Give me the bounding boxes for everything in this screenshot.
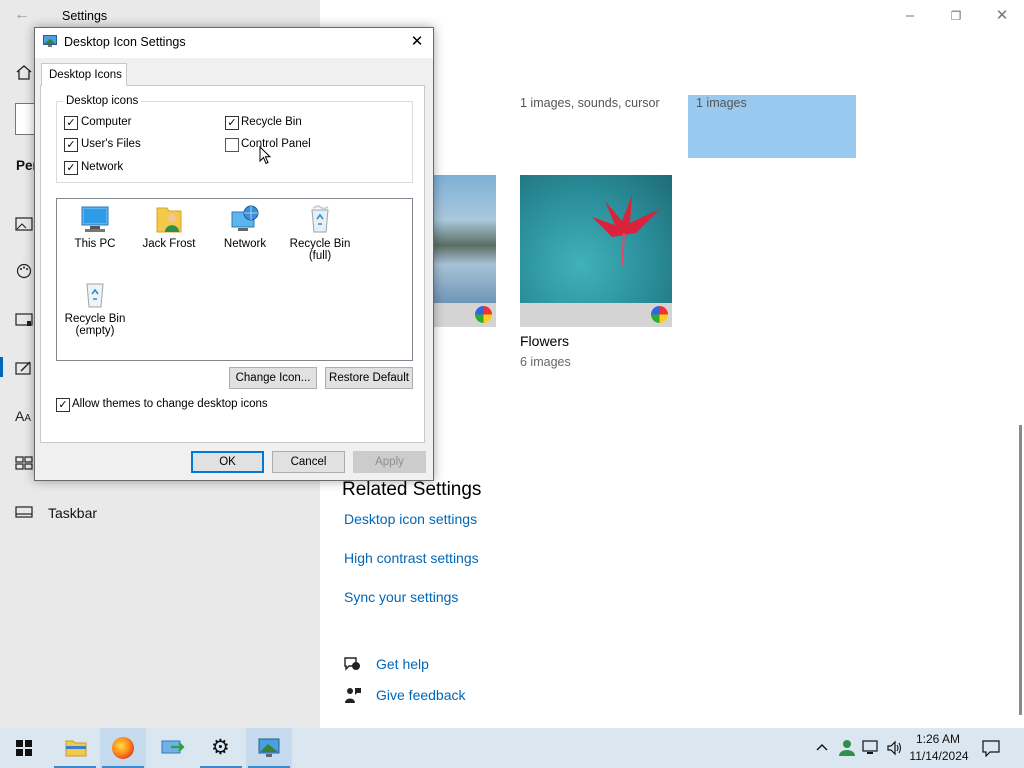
recycle-bin-empty-icon [79,279,111,309]
recycle-bin-full-icon [304,204,336,234]
dialog-close-icon[interactable]: ✕ [407,32,427,52]
search-box-edge[interactable] [15,103,36,135]
allow-themes-label: Allow themes to change desktop icons [72,398,268,410]
cancel-button[interactable]: Cancel [272,451,345,473]
recycle-bin-checkbox[interactable]: ✓ [225,116,239,130]
user-folder-icon [153,204,185,234]
display-settings-icon [258,738,280,761]
settings-title: Settings [62,9,108,23]
dialog-app-icon [43,35,57,47]
theme-name-flowers: Flowers [520,333,570,349]
home-icon[interactable] [15,64,35,80]
theme-preview-flowers[interactable] [520,175,672,327]
background-icon[interactable] [15,217,35,233]
gear-icon: ⚙ [211,736,230,759]
start-button[interactable] [0,728,48,768]
selection-indicator [0,357,3,377]
mouse-cursor-icon [259,145,273,166]
taskbar: ⚙ 1:26 AM 11/14/2024 [0,728,1024,768]
theme-info-1: 1 images, sounds, cursor [520,96,660,110]
volume-icon[interactable] [886,740,904,756]
remote-desktop-taskbar-button[interactable] [150,728,196,768]
network-label: Network [81,161,124,173]
network-icon [229,204,261,234]
dialog-title: Desktop Icon Settings [64,35,186,49]
give-feedback-link[interactable]: Give feedback [376,687,466,703]
theme-count-flowers: 6 images [520,355,571,369]
fonts-icon[interactable]: AA [15,408,35,424]
tab-desktop-icons[interactable]: Desktop Icons [41,63,127,86]
control-panel-checkbox[interactable] [225,138,239,152]
dialog-titlebar[interactable]: Desktop Icon Settings ✕ [35,28,433,58]
desktop-icon-settings-taskbar-button[interactable] [246,728,292,768]
icon-item-this-pc[interactable]: This PC [59,204,131,250]
related-settings-heading: Related Settings [342,479,482,500]
network-transfer-icon [161,739,185,760]
users-files-label: User's Files [81,138,141,150]
apply-button[interactable]: Apply [353,451,426,473]
network-checkbox[interactable]: ✓ [64,161,78,175]
icon-label-recycle-bin-full: Recycle Bin (full) [289,238,351,262]
icon-item-jack-frost[interactable]: Jack Frost [133,204,205,250]
sidebar-item-taskbar[interactable]: Taskbar [48,505,97,521]
tab-panel: Desktop icons ✓ Computer ✓ Recycle Bin ✓… [40,85,425,443]
get-help-icon [343,656,361,672]
firefox-taskbar-button[interactable] [100,728,146,768]
icons-listview[interactable]: This PC Jack Frost Network Recycle Bin (f… [56,198,413,361]
folder-icon [65,739,87,760]
taskbar-icon[interactable] [15,506,35,522]
tab-label: Desktop Icons [49,69,122,81]
color-wheel-icon [651,306,668,323]
firefox-icon [112,737,134,759]
desktop-icon-settings-dialog: Desktop Icon Settings ✕ Desktop Icons De… [34,27,434,481]
recycle-bin-label: Recycle Bin [241,116,302,128]
icon-label-jack-frost: Jack Frost [142,238,196,250]
network-tray-icon[interactable] [862,740,880,756]
get-help-link[interactable]: Get help [376,656,429,672]
theme-thumb-selected[interactable]: 1 images [688,95,856,158]
minimize-icon[interactable]: – [898,4,922,28]
clock-date[interactable]: 11/14/2024 [906,749,972,763]
icon-label-recycle-bin-empty: Recycle Bin (empty) [64,313,126,337]
lock-screen-icon[interactable] [15,312,35,328]
restore-icon[interactable]: ❐ [944,4,968,28]
icon-item-recycle-bin-full[interactable]: Recycle Bin (full) [284,204,356,262]
user-status-icon[interactable] [838,739,856,757]
restore-default-button[interactable]: Restore Default [325,367,413,389]
users-files-checkbox[interactable]: ✓ [64,138,78,152]
desktop-icon-settings-link[interactable]: Desktop icon settings [344,511,477,527]
theme-info-2: 1 images [696,96,747,110]
back-arrow-icon[interactable]: ← [14,6,34,26]
give-feedback-icon [344,686,362,704]
close-window-icon[interactable]: ✕ [990,4,1014,28]
clock-time[interactable]: 1:26 AM [910,732,966,746]
themes-icon[interactable] [15,360,35,376]
computer-checkbox[interactable]: ✓ [64,116,78,130]
color-wheel-icon [475,306,492,323]
sync-settings-link[interactable]: Sync your settings [344,589,458,605]
colors-icon[interactable] [15,263,35,279]
file-explorer-taskbar-button[interactable] [52,728,98,768]
icon-item-recycle-bin-empty[interactable]: Recycle Bin (empty) [59,279,131,337]
monitor-icon [79,204,111,234]
windows-logo-icon [16,740,32,756]
control-panel-label: Control Panel [241,138,311,150]
notifications-icon[interactable] [982,739,1000,758]
icon-label-this-pc: This PC [74,238,116,250]
settings-taskbar-button[interactable]: ⚙ [198,728,244,768]
change-icon-button[interactable]: Change Icon... [229,367,317,389]
allow-themes-checkbox[interactable]: ✓ [56,398,70,412]
high-contrast-settings-link[interactable]: High contrast settings [344,550,479,566]
groupbox-label: Desktop icons [63,95,142,107]
start-icon[interactable] [15,456,35,472]
scrollbar-thumb[interactable] [1019,425,1022,715]
chevron-up-icon[interactable] [814,740,830,756]
icon-label-network: Network [223,238,267,250]
ok-button[interactable]: OK [191,451,264,473]
icon-item-network[interactable]: Network [209,204,281,250]
computer-label: Computer [81,116,132,128]
